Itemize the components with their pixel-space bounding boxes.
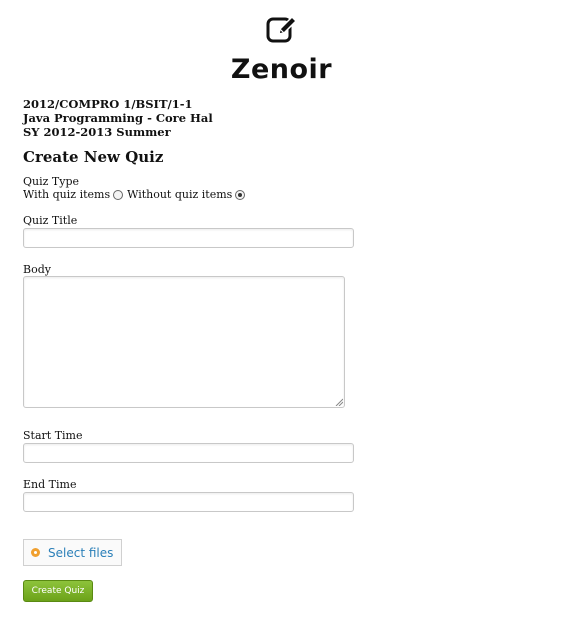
- edit-icon: [265, 12, 299, 46]
- brand-name: Zenoir: [230, 54, 333, 85]
- course-code: 2012/COMPRO 1/BSIT/1-1: [23, 97, 193, 111]
- select-files-button[interactable]: Select files: [23, 539, 122, 566]
- start-time-input[interactable]: [23, 443, 354, 463]
- quiz-type-label: Quiz Type: [23, 175, 80, 188]
- quiz-type-options: With quiz items Without quiz items: [23, 188, 249, 201]
- end-time-label: End Time: [23, 478, 77, 491]
- page-title: Create New Quiz: [23, 148, 164, 166]
- upload-icon: [31, 548, 40, 557]
- course-title: Java Programming - Core Hal: [23, 111, 213, 125]
- create-quiz-button[interactable]: Create Quiz: [23, 580, 93, 602]
- resize-grip-icon[interactable]: [335, 398, 343, 406]
- body-textarea[interactable]: [23, 276, 345, 408]
- end-time-input[interactable]: [23, 492, 354, 512]
- radio-without-quiz-items[interactable]: [235, 189, 246, 200]
- select-files-label: Select files: [48, 545, 114, 560]
- quiz-title-input[interactable]: [23, 228, 354, 248]
- body-label: Body: [23, 263, 51, 276]
- course-info: 2012/COMPRO 1/BSIT/1-1 Java Programming …: [23, 97, 213, 139]
- option-with-label: With quiz items: [23, 188, 111, 201]
- option-without-label: Without quiz items: [127, 188, 233, 201]
- start-time-label: Start Time: [23, 429, 83, 442]
- quiz-title-label: Quiz Title: [23, 214, 78, 227]
- radio-with-quiz-items[interactable]: [113, 189, 124, 200]
- logo: [0, 12, 563, 50]
- course-term: SY 2012-2013 Summer: [23, 125, 171, 139]
